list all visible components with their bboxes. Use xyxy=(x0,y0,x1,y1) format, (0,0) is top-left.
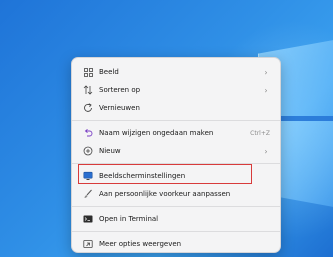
chevron-right-icon: › xyxy=(264,85,268,95)
desktop-context-menu: Beeld › Sorteren op › Vernieuwen Naam wi… xyxy=(71,57,281,253)
menu-item-label: Nieuw xyxy=(99,147,121,155)
menu-item-label: Sorteren op xyxy=(99,86,141,94)
menu-item-view[interactable]: Beeld › xyxy=(76,63,276,81)
menu-item-label: Beeldscherminstellingen xyxy=(99,172,186,180)
desktop[interactable]: Beeld › Sorteren op › Vernieuwen Naam wi… xyxy=(0,0,333,257)
sort-icon xyxy=(83,85,93,95)
undo-icon xyxy=(83,128,93,138)
menu-separator xyxy=(72,231,280,232)
menu-item-label: Naam wijzigen ongedaan maken xyxy=(99,129,214,137)
menu-separator xyxy=(72,163,280,164)
menu-item-label: Meer opties weergeven xyxy=(99,240,182,248)
display-icon xyxy=(83,171,93,181)
menu-item-label: Aan persoonlijke voorkeur aanpassen xyxy=(99,190,231,198)
brush-icon xyxy=(83,189,93,199)
menu-item-sort-by[interactable]: Sorteren op › xyxy=(76,81,276,99)
more-options-icon xyxy=(83,239,93,249)
grid-view-icon xyxy=(83,67,93,77)
menu-item-refresh[interactable]: Vernieuwen xyxy=(76,99,276,117)
chevron-right-icon: › xyxy=(264,146,268,156)
menu-item-display-settings[interactable]: Beeldscherminstellingen xyxy=(76,167,276,185)
shortcut-text: Ctrl+Z xyxy=(250,129,270,137)
menu-item-label: Open in Terminal xyxy=(99,215,159,223)
chevron-right-icon: › xyxy=(264,67,268,77)
new-plus-icon xyxy=(83,146,93,156)
menu-item-label: Beeld xyxy=(99,68,119,76)
menu-item-personalize[interactable]: Aan persoonlijke voorkeur aanpassen xyxy=(76,185,276,203)
menu-item-new[interactable]: Nieuw › xyxy=(76,142,276,160)
menu-separator xyxy=(72,120,280,121)
terminal-icon xyxy=(83,214,93,224)
menu-item-label: Vernieuwen xyxy=(99,104,140,112)
refresh-icon xyxy=(83,103,93,113)
menu-item-open-terminal[interactable]: Open in Terminal xyxy=(76,210,276,228)
menu-item-undo-rename[interactable]: Naam wijzigen ongedaan maken Ctrl+Z xyxy=(76,124,276,142)
menu-separator xyxy=(72,206,280,207)
menu-item-more-options[interactable]: Meer opties weergeven xyxy=(76,235,276,253)
